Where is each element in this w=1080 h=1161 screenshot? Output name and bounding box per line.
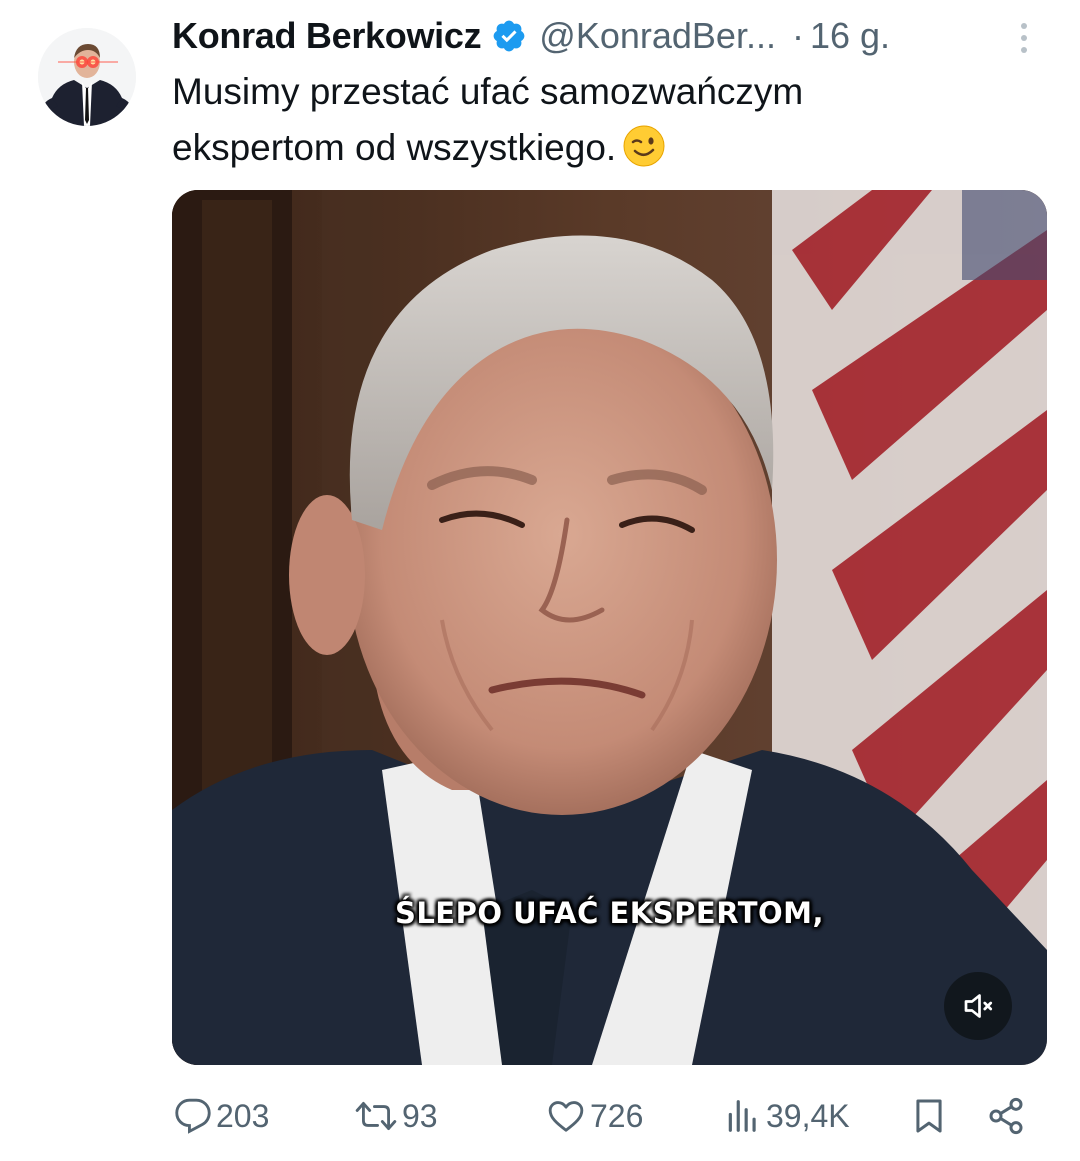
like-icon <box>548 1101 584 1132</box>
tweet-header: Konrad Berkowicz @KonradBer... · 16 g. <box>172 10 1052 62</box>
views-icon <box>728 1100 756 1132</box>
separator-dot: · <box>791 15 804 56</box>
retweet-icon <box>355 1102 397 1130</box>
reply-button[interactable]: 203 <box>174 1088 269 1144</box>
tweet-text-line: Musimy przestać ufać samozwańczym <box>172 71 804 112</box>
like-count: 726 <box>590 1097 644 1134</box>
share-button[interactable] <box>986 1088 1026 1144</box>
bookmark-icon <box>916 1099 942 1133</box>
retweet-button[interactable]: 93 <box>354 1088 438 1144</box>
bookmark-button[interactable] <box>910 1088 948 1144</box>
like-button[interactable]: 726 <box>546 1088 643 1144</box>
reply-count: 203 <box>216 1097 270 1134</box>
video-frame <box>172 190 1047 1065</box>
tweet[interactable]: Konrad Berkowicz @KonradBer... · 16 g. M… <box>0 0 1080 1161</box>
display-name[interactable]: Konrad Berkowicz <box>172 15 482 57</box>
tweet-text-line-2: ekspertom od wszystkiego. <box>172 120 1032 176</box>
video-caption: ŚLEPO UFAĆ EKSPERTOM, <box>394 896 825 930</box>
views-count: 39,4K <box>766 1097 850 1134</box>
reply-icon <box>175 1098 211 1134</box>
retweet-count: 93 <box>402 1097 438 1134</box>
tweet-text-line: ekspertom od wszystkiego. <box>172 127 617 168</box>
video-player[interactable]: ŚLEPO UFAĆ EKSPERTOM, <box>172 190 1047 1065</box>
share-icon <box>989 1097 1023 1135</box>
avatar[interactable] <box>38 28 136 126</box>
verified-badge-icon[interactable] <box>491 18 527 54</box>
timestamp[interactable]: 16 g. <box>810 15 890 57</box>
views-button[interactable]: 39,4K <box>724 1088 850 1144</box>
winking-face-icon <box>622 124 666 168</box>
handle[interactable]: @KonradBer... <box>539 15 776 57</box>
tweet-text: Musimy przestać ufać samozwańczym eksper… <box>172 64 1032 176</box>
more-icon[interactable] <box>1014 18 1034 58</box>
mute-icon <box>964 994 993 1018</box>
mute-button[interactable] <box>944 972 1012 1040</box>
action-bar: 203 93 726 39,4K <box>0 1088 1080 1144</box>
